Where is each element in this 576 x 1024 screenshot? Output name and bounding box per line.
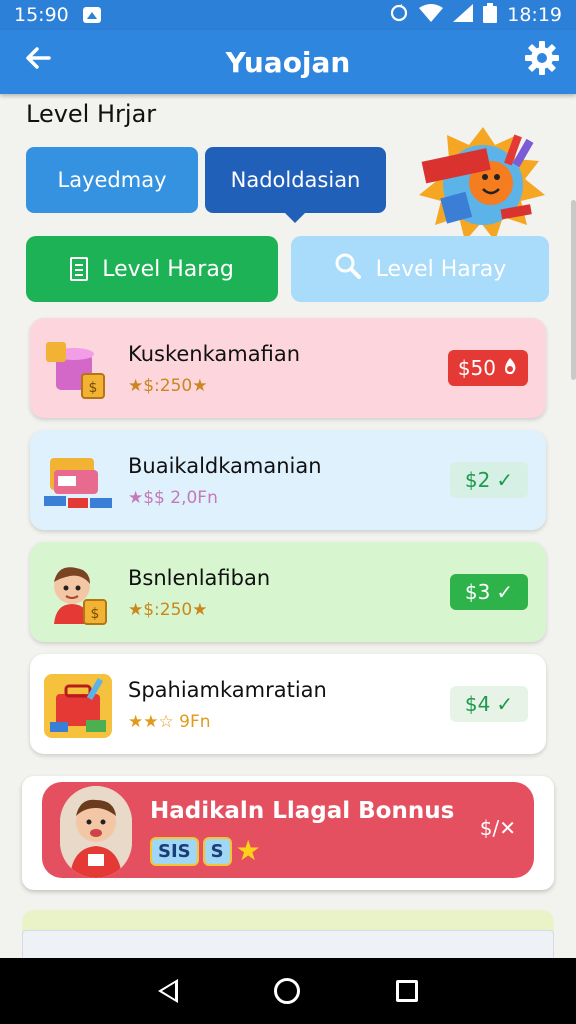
signal-icon <box>453 3 474 27</box>
tab-nadoldasian[interactable]: Nadoldasian <box>205 147 386 223</box>
item-name: Spahiamkamratian <box>128 678 327 702</box>
status-time-right: 18:19 <box>507 4 562 26</box>
flame-icon <box>502 356 518 380</box>
battery-icon <box>483 2 498 28</box>
bonus-reward: SIS S ★ <box>150 836 261 866</box>
bonus-dismiss-button[interactable]: $/✕ <box>480 816 516 840</box>
back-arrow-icon[interactable] <box>20 43 56 79</box>
section-title: Level Hrjar <box>26 100 157 128</box>
svg-text:$: $ <box>91 606 100 622</box>
child-avatar <box>60 786 132 878</box>
level-haray-button[interactable]: Level Haray <box>291 236 549 302</box>
nav-recents-icon[interactable] <box>396 980 418 1002</box>
item-name: Bsnlenlafiban <box>128 566 271 590</box>
coin-jar-icon: $ <box>42 336 114 404</box>
bonus-tag-2: S <box>202 836 232 866</box>
star-icon: ★ <box>235 834 261 867</box>
item-rating: ★$:250★ <box>128 376 208 396</box>
item-name: Kuskenkamafian <box>128 342 301 366</box>
item-rating: ★★☆ 9Fn <box>128 712 211 732</box>
sync-icon <box>389 3 409 28</box>
tab-layedmay[interactable]: Layedmay <box>26 147 198 213</box>
level-harag-button[interactable]: Level Harag <box>26 236 278 302</box>
price-value: $3 <box>464 580 491 604</box>
wifi-icon <box>419 3 444 27</box>
image-notification-icon <box>82 7 101 23</box>
bonus-banner[interactable]: Hadikaln Llagal Bonnus SIS S ★ $/✕ <box>42 782 534 878</box>
document-icon <box>70 257 89 281</box>
price-badge[interactable]: $3 ✓ <box>450 574 528 610</box>
nav-home-icon[interactable] <box>274 978 300 1004</box>
svg-text:$: $ <box>89 380 98 396</box>
search-icon <box>334 252 362 286</box>
check-icon: ✓ <box>496 692 514 716</box>
item-rating: ★$:250★ <box>128 600 208 620</box>
list-item[interactable]: Buaikaldkamanian ★$$ 2,0Fn $2 ✓ <box>30 430 546 530</box>
bonus-tag: SIS <box>150 836 199 866</box>
price-value: $4 <box>464 692 491 716</box>
toolbox-icon <box>42 672 114 740</box>
nav-back-icon[interactable] <box>158 979 178 1003</box>
scrollbar[interactable] <box>571 200 576 380</box>
price-value: $2 <box>464 468 491 492</box>
toy-blocks-icon <box>42 448 114 516</box>
price-badge[interactable]: $2 ✓ <box>450 462 528 498</box>
bonus-card: Hadikaln Llagal Bonnus SIS S ★ $/✕ <box>22 776 554 890</box>
price-value: $50 <box>457 356 496 380</box>
check-icon: ✓ <box>496 468 514 492</box>
page-title: Yuaojan <box>225 45 351 79</box>
price-badge[interactable]: $50 <box>447 350 528 386</box>
gear-icon[interactable] <box>522 40 562 80</box>
status-time-left: 15:90 <box>14 4 69 26</box>
system-nav-bar <box>0 958 576 1024</box>
app-bar: Yuaojan <box>0 30 576 94</box>
bonus-title: Hadikaln Llagal Bonnus <box>150 798 455 824</box>
status-bar: 15:90 18:19 <box>0 0 576 30</box>
list-item[interactable]: $ Kuskenkamafian ★$:250★ $50 <box>30 318 546 418</box>
level-harag-label: Level Harag <box>102 256 234 282</box>
level-haray-label: Level Haray <box>375 256 507 282</box>
price-badge[interactable]: $4 ✓ <box>450 686 528 722</box>
child-with-coin-icon: $ <box>42 560 114 628</box>
list-item[interactable]: Spahiamkamratian ★★☆ 9Fn $4 ✓ <box>30 654 546 754</box>
item-name: Buaikaldkamanian <box>128 454 322 478</box>
check-icon: ✓ <box>496 580 514 604</box>
list-item[interactable]: $ Bsnlenlafiban ★$:250★ $3 ✓ <box>30 542 546 642</box>
item-rating: ★$$ 2,0Fn <box>128 488 218 508</box>
mascot-badge-illustration <box>415 125 550 245</box>
